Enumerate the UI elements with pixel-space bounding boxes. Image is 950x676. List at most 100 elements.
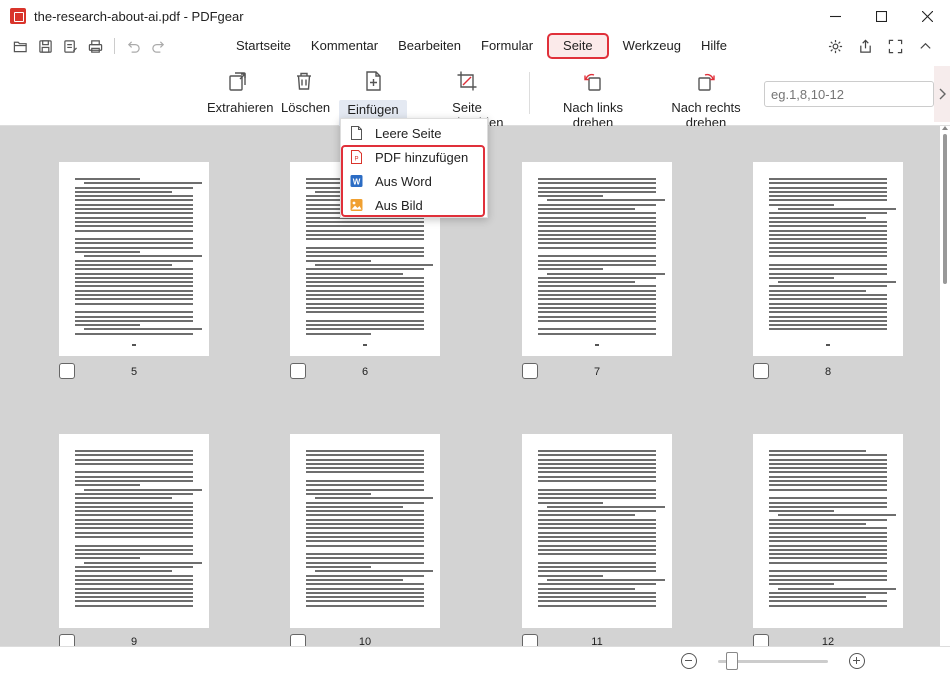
page-number: 10 (358, 636, 372, 646)
main-menu: Startseite Kommentar Bearbeiten Formular… (226, 32, 737, 60)
gear-icon[interactable] (820, 36, 850, 56)
page-number: 8 (824, 366, 832, 378)
trash-icon (292, 68, 316, 94)
collapse-icon[interactable] (910, 36, 940, 56)
maximize-icon (875, 10, 887, 22)
minimize-button[interactable] (812, 0, 858, 32)
menu-bearbeiten[interactable]: Bearbeiten (388, 33, 471, 59)
page-text-lines (769, 450, 897, 610)
menu-kommentar[interactable]: Kommentar (301, 33, 388, 59)
insert-label-text: Einfügen (347, 102, 399, 117)
menu-bar: Startseite Kommentar Bearbeiten Formular… (0, 32, 950, 60)
page-number: 5 (130, 366, 138, 378)
menu-item-add-pdf[interactable]: P PDF hinzufügen (341, 145, 489, 169)
rotate-right-button[interactable]: Nach rechts drehen (653, 68, 759, 130)
save-as-icon[interactable] (62, 38, 78, 54)
menu-item-blank-page[interactable]: Leere Seite (341, 121, 489, 145)
delete-button[interactable]: Löschen (281, 68, 331, 115)
pdf-file-icon: P (349, 150, 363, 164)
chevron-right-icon (939, 88, 946, 100)
menu-item-label: Aus Bild (375, 197, 423, 213)
page-checkbox[interactable] (290, 634, 306, 646)
redo-icon[interactable] (150, 38, 166, 54)
page-toolbar: Extrahieren Löschen Einfügen ▼ Seite zus… (0, 60, 950, 134)
print-icon[interactable] (87, 38, 103, 54)
zoom-slider-handle[interactable] (726, 652, 738, 670)
save-icon[interactable] (37, 38, 53, 54)
image-icon (349, 198, 363, 212)
page-range-input[interactable] (764, 81, 934, 107)
scrollbar-thumb[interactable] (943, 134, 947, 284)
page-text-lines (75, 450, 203, 610)
page-checkbox[interactable] (290, 363, 306, 379)
menu-item-from-image[interactable]: Aus Bild (341, 193, 489, 217)
title-bar: the-research-about-ai.pdf - PDFgear (0, 0, 950, 32)
page-number: 7 (593, 366, 601, 378)
word-icon: W (349, 174, 363, 188)
menu-item-label: Leere Seite (375, 125, 442, 141)
delete-label: Löschen (281, 100, 331, 115)
menu-formular[interactable]: Formular (471, 33, 543, 59)
page-number: 9 (130, 636, 138, 646)
extract-label: Extrahieren (207, 100, 274, 115)
extract-button[interactable]: Extrahieren (207, 68, 274, 115)
page-thumbnail[interactable] (59, 434, 209, 628)
menu-item-from-word[interactable]: W Aus Word (341, 169, 489, 193)
menu-startseite[interactable]: Startseite (226, 33, 301, 59)
minimize-icon (829, 15, 841, 17)
page-text-lines (306, 450, 434, 610)
page-number: 6 (361, 366, 369, 378)
scroll-up-icon[interactable] (942, 126, 948, 130)
page-checkbox[interactable] (753, 634, 769, 646)
menu-item-label: PDF hinzufügen (375, 149, 469, 165)
fullscreen-icon[interactable] (880, 36, 910, 56)
zoom-out-icon[interactable] (681, 653, 697, 669)
menu-item-label: Aus Word (375, 173, 432, 189)
svg-text:P: P (354, 157, 358, 163)
insert-page-icon (361, 68, 385, 94)
maximize-button[interactable] (858, 0, 904, 32)
extract-icon (226, 68, 250, 94)
menu-right-tools (820, 36, 940, 56)
page-checkbox[interactable] (59, 363, 75, 379)
page-thumbnail[interactable] (522, 162, 672, 356)
menu-seite[interactable]: Seite (547, 33, 609, 59)
page-checkbox[interactable] (59, 634, 75, 646)
menu-werkzeug[interactable]: Werkzeug (613, 33, 691, 59)
close-button[interactable] (904, 0, 950, 32)
rotate-left-icon (581, 68, 605, 94)
toolbar-scroll-right-button[interactable] (934, 66, 950, 122)
zoom-in-icon[interactable] (849, 653, 865, 669)
page-checkbox[interactable] (753, 363, 769, 379)
page-thumbnail[interactable] (753, 434, 903, 628)
vertical-scrollbar[interactable] (940, 126, 950, 646)
page-thumbnail[interactable] (753, 162, 903, 356)
page-text-lines (538, 178, 666, 338)
page-number: 12 (821, 636, 835, 646)
quick-access-toolbar (12, 38, 175, 54)
divider (114, 38, 115, 54)
page-thumbnail[interactable] (522, 434, 672, 628)
share-icon[interactable] (850, 36, 880, 56)
page-text-lines (538, 450, 666, 610)
rotate-left-button[interactable]: Nach links drehen (544, 68, 642, 130)
crop-icon (455, 68, 479, 94)
svg-text:W: W (352, 178, 360, 187)
page-number: 11 (591, 636, 603, 646)
page-checkbox[interactable] (522, 634, 538, 646)
undo-icon[interactable] (125, 38, 141, 54)
window-title: the-research-about-ai.pdf - PDFgear (34, 8, 244, 24)
window-controls (812, 0, 950, 32)
menu-hilfe[interactable]: Hilfe (691, 33, 737, 59)
divider (529, 72, 530, 114)
page-thumbnail[interactable] (290, 434, 440, 628)
page-text-lines (769, 178, 897, 338)
page-checkbox[interactable] (522, 363, 538, 379)
rotate-right-icon (694, 68, 718, 94)
close-icon (921, 10, 933, 22)
insert-dropdown-menu: Leere Seite P PDF hinzufügen W Aus Word … (340, 118, 488, 218)
folder-open-icon[interactable] (12, 38, 28, 54)
status-bar (0, 646, 950, 676)
page-thumbnail[interactable] (59, 162, 209, 356)
blank-page-icon (349, 126, 363, 140)
